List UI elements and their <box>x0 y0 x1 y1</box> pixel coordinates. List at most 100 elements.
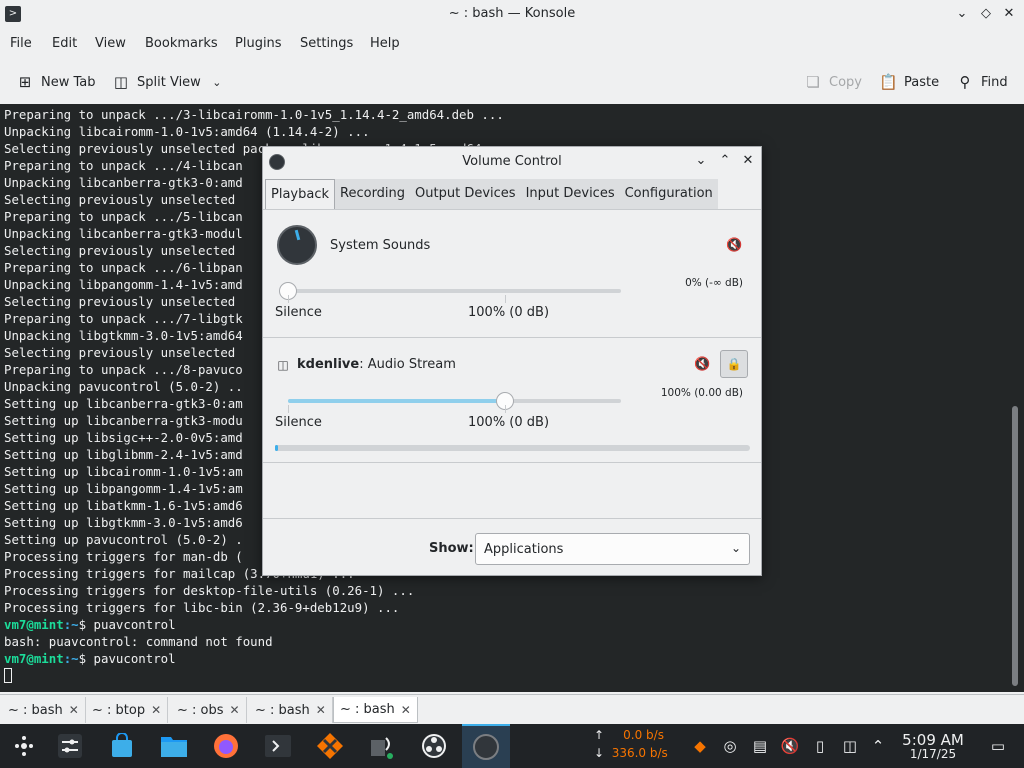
close-tab-icon[interactable]: ✕ <box>151 703 161 717</box>
konsole-titlebar[interactable]: > ~ : bash — Konsole ⌄ ◇ ✕ <box>0 0 1024 30</box>
clock[interactable]: 5:09 AM 1/17/25 <box>900 731 966 761</box>
close-button[interactable]: ✕ <box>1001 6 1017 22</box>
volume-slider[interactable] <box>288 392 621 410</box>
menu-bookmarks[interactable]: Bookmarks <box>145 36 218 51</box>
mute-toggle-icon[interactable]: 🔇 <box>726 238 742 254</box>
prompt-line: vm7@mint:~$ pavucontrol <box>4 651 176 666</box>
konsole-tab[interactable]: ~ : bash ✕ <box>249 697 333 723</box>
terminal-line: Unpacking libpangomm-1.4-1v5:amd <box>4 277 243 292</box>
copy-icon: ❏ <box>806 73 820 91</box>
terminal-line: Unpacking libgtkmm-3.0-1v5:amd64 <box>4 328 243 343</box>
terminal-line: Setting up libgtkmm-3.0-1v5:amd6 <box>4 515 243 530</box>
toolbar: ⊞ New Tab ◫ Split View ⌄ ❏ Copy 📋 Paste … <box>0 62 1024 102</box>
tab-input-devices[interactable]: Input Devices <box>521 179 620 209</box>
volume-slider-fill <box>288 399 505 403</box>
menu-view[interactable]: View <box>95 36 126 51</box>
show-filter-dropdown[interactable]: Applications ⌄ <box>475 533 750 565</box>
konsole-tab[interactable]: ~ : obs ✕ <box>171 697 247 723</box>
system-sounds-icon <box>277 225 317 265</box>
terminal-line: Preparing to unpack .../7-libgtk <box>4 311 243 326</box>
volume-level-text: 100% (0.00 dB) <box>660 387 743 399</box>
slider-tick <box>288 405 289 413</box>
volume-slider[interactable] <box>279 282 621 300</box>
task-discover[interactable] <box>98 724 146 768</box>
stream-name: System Sounds <box>330 238 431 253</box>
show-desktop-icon[interactable]: ▭ <box>988 736 1008 756</box>
new-tab-button[interactable]: ⊞ New Tab <box>16 71 96 93</box>
show-hidden-icons[interactable]: ⌃ <box>868 736 888 756</box>
terminal-line: Setting up pavucontrol (5.0-2) . <box>4 532 243 547</box>
volume-level-text: 0% (-∞ dB) <box>685 277 743 289</box>
terminal-line: Selecting previously unselected <box>4 345 236 360</box>
volume-control-titlebar[interactable]: Volume Control ⌄ ⌃ ✕ <box>263 147 761 177</box>
terminal-line: Preparing to unpack .../4-libcan <box>4 158 243 173</box>
task-kdenlive[interactable] <box>358 724 406 768</box>
divider <box>263 518 761 519</box>
task-firefox[interactable] <box>202 724 250 768</box>
task-file-manager[interactable] <box>150 724 198 768</box>
divider <box>263 209 761 210</box>
clipboard-icon[interactable]: ▤ <box>750 736 770 756</box>
copy-button[interactable]: ❏ Copy <box>804 71 862 93</box>
konsole-tab[interactable]: ~ : bash ✕ <box>2 697 86 723</box>
task-volume-control[interactable] <box>462 724 510 768</box>
close-tab-icon[interactable]: ✕ <box>316 703 326 717</box>
menu-plugins[interactable]: Plugins <box>235 36 282 51</box>
terminal-line: Preparing to unpack .../6-libpan <box>4 260 243 275</box>
paste-icon: 📋 <box>879 73 898 91</box>
find-button[interactable]: ⚲ Find <box>956 71 1008 93</box>
error-line: bash: puavcontrol: command not found <box>4 634 273 649</box>
tab-configuration[interactable]: Configuration <box>620 179 718 209</box>
slider-tick <box>505 295 506 303</box>
network-icon[interactable]: ◫ <box>840 736 860 756</box>
terminal-line: Processing triggers for man-db ( <box>4 549 243 564</box>
terminal-line: Processing triggers for desktop-file-uti… <box>4 583 415 598</box>
obs-icon <box>422 734 446 758</box>
tab-output-devices[interactable]: Output Devices <box>410 179 521 209</box>
close-tab-icon[interactable]: ✕ <box>230 703 240 717</box>
tab-playback[interactable]: Playback <box>265 179 336 209</box>
terminal-line: Setting up libcanberra-gtk3-0:am <box>4 396 243 411</box>
launcher-icon <box>15 736 33 756</box>
orange-x-tray-icon[interactable]: ◆ <box>690 736 710 756</box>
terminal-line: Preparing to unpack .../8-pavuco <box>4 362 243 377</box>
application-launcher[interactable] <box>0 724 48 768</box>
minimize-button[interactable]: ⌄ <box>693 153 709 169</box>
terminal-line: Setting up libcairomm-1.0-1v5:am <box>4 464 243 479</box>
battery-icon[interactable]: ▯ <box>810 736 830 756</box>
terminal-line: Unpacking pavucontrol (5.0-2) .. <box>4 379 243 394</box>
obs-tray-icon[interactable]: ◎ <box>720 736 740 756</box>
lock-channels-button[interactable]: 🔒 <box>720 350 748 378</box>
maximize-button[interactable]: ⌃ <box>717 153 733 169</box>
task-app-orange[interactable] <box>306 724 354 768</box>
close-button[interactable]: ✕ <box>740 153 756 169</box>
terminal-line: Setting up libsigc++-2.0-0v5:amd <box>4 430 243 445</box>
slider-tick <box>288 295 289 303</box>
split-view-button[interactable]: ◫ Split View ⌄ <box>112 71 226 93</box>
chevron-down-icon: ⌄ <box>212 75 222 89</box>
menu-settings[interactable]: Settings <box>300 36 353 51</box>
close-tab-icon[interactable]: ✕ <box>69 703 79 717</box>
volume-muted-icon[interactable]: 🔇 <box>780 736 800 756</box>
minimize-button[interactable]: ⌄ <box>954 6 970 22</box>
task-settings[interactable] <box>46 724 94 768</box>
taskbar: ↑ 0.0 b/s ↓ 336.0 b/s ◆ ◎ ▤ 🔇 ▯ ◫ ⌃ 5:09… <box>0 724 1024 768</box>
menu-edit[interactable]: Edit <box>52 36 77 51</box>
mute-toggle-icon[interactable]: 🔇 <box>694 357 710 373</box>
menu-file[interactable]: File <box>10 36 32 51</box>
task-obs[interactable] <box>410 724 458 768</box>
download-arrow-icon: ↓ <box>594 746 605 760</box>
close-tab-icon[interactable]: ✕ <box>401 703 411 717</box>
terminal-scrollbar[interactable] <box>1012 406 1018 686</box>
menu-help[interactable]: Help <box>370 36 400 51</box>
konsole-tab-active[interactable]: ~ : bash ✕ <box>333 697 418 723</box>
terminal-icon <box>265 735 291 757</box>
paste-button[interactable]: 📋 Paste <box>879 71 939 93</box>
task-terminal[interactable] <box>254 724 302 768</box>
slider-tick <box>505 405 506 413</box>
terminal-line: Selecting previously unselected <box>4 192 236 207</box>
konsole-tab[interactable]: ~ : btop ✕ <box>86 697 169 723</box>
tab-recording[interactable]: Recording <box>335 179 410 209</box>
terminal-line: Setting up libglibmm-2.4-1v5:amd <box>4 447 243 462</box>
maximize-button[interactable]: ◇ <box>978 6 994 22</box>
